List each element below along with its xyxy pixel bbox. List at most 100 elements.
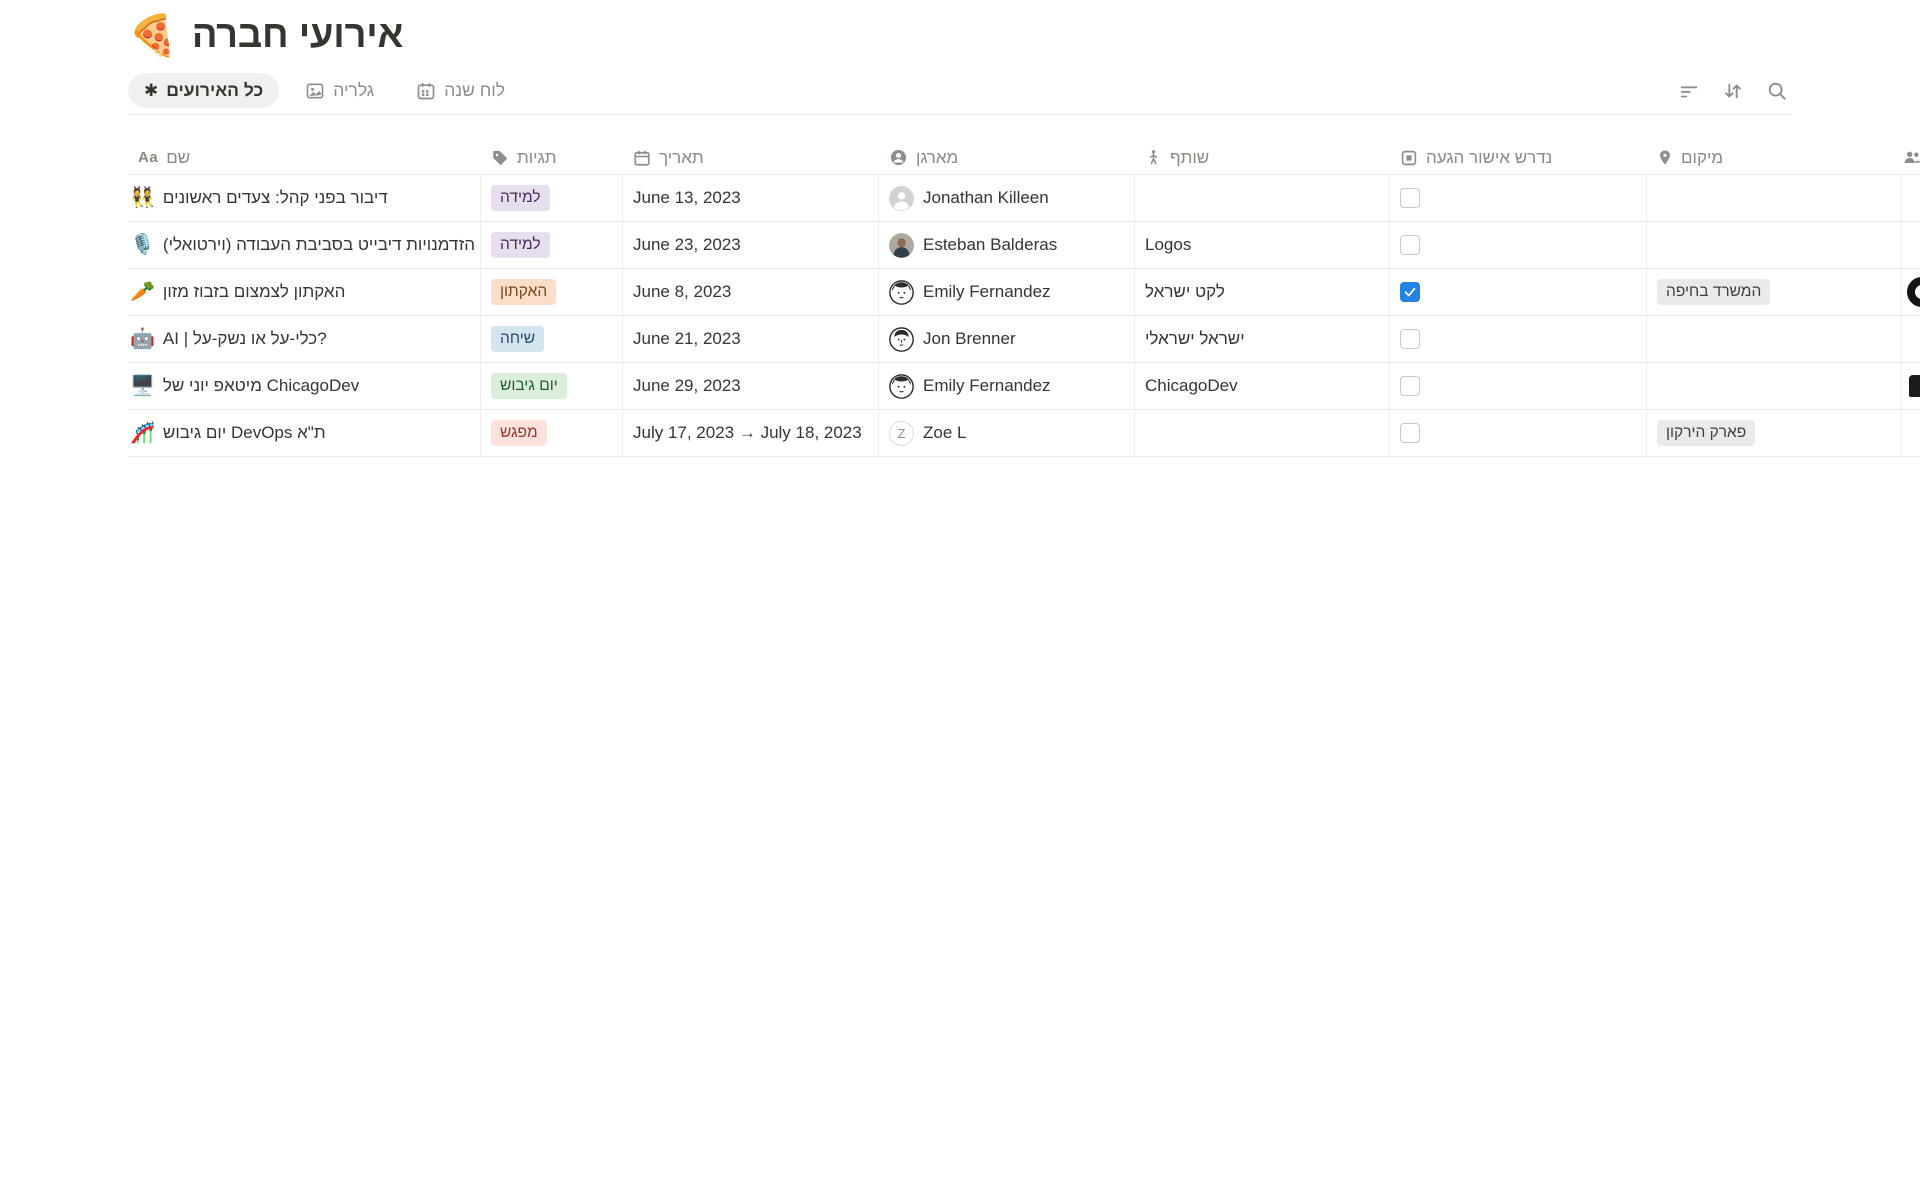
organizer-cell[interactable]: Emily Fernandez bbox=[879, 269, 1135, 315]
column-header-extra[interactable] bbox=[1902, 148, 1920, 167]
location-cell[interactable] bbox=[1647, 363, 1902, 409]
event-name: הזדמנויות דיבייט בסביבת העבודה (וירטואלי… bbox=[163, 235, 475, 255]
gallery-view-icon bbox=[305, 81, 325, 101]
event-name-cell[interactable]: 🤖AI | כלי-על או נשק-על? bbox=[128, 316, 481, 362]
date-cell[interactable]: June 13, 2023 bbox=[623, 175, 879, 221]
event-name: מיטאפ יוני של ChicagoDev bbox=[163, 376, 359, 396]
tags-cell[interactable]: מפגש bbox=[481, 410, 623, 456]
event-name-cell[interactable]: 🎙️הזדמנויות דיבייט בסביבת העבודה (וירטוא… bbox=[128, 222, 481, 268]
person-walk-icon bbox=[1145, 148, 1162, 167]
column-header-org[interactable]: מארגן bbox=[879, 148, 1135, 168]
search-button[interactable] bbox=[1762, 76, 1792, 106]
avatar-sketch-woman bbox=[889, 374, 914, 399]
calendar-view-icon bbox=[416, 81, 436, 101]
page-icon-pizza[interactable]: 🍕 bbox=[128, 16, 178, 56]
location-cell[interactable] bbox=[1647, 316, 1902, 362]
date-cell[interactable]: June 29, 2023 bbox=[623, 363, 879, 409]
page-title[interactable]: אירועי חברה bbox=[192, 14, 403, 57]
rsvp-cell bbox=[1390, 316, 1647, 362]
tags-cell[interactable]: למידה bbox=[481, 222, 623, 268]
asterisk-view-icon: ✱ bbox=[144, 81, 158, 101]
rsvp-checkbox[interactable] bbox=[1400, 235, 1420, 255]
tab-calendar[interactable]: לוח שנה bbox=[400, 73, 521, 108]
tags-cell[interactable]: האקתון bbox=[481, 269, 623, 315]
tag-pill: יום גיבוש bbox=[491, 373, 567, 400]
person-walk-icon bbox=[1145, 148, 1162, 167]
partner-cell[interactable]: לקט ישראל bbox=[1135, 269, 1390, 315]
column-header-date[interactable]: תאריך bbox=[623, 148, 879, 168]
calendar-icon bbox=[633, 149, 651, 167]
column-header-partner[interactable]: שותף bbox=[1135, 148, 1390, 168]
rsvp-checkbox[interactable] bbox=[1400, 282, 1420, 302]
organizer-cell[interactable]: Esteban Balderas bbox=[879, 222, 1135, 268]
avatar bbox=[889, 327, 914, 352]
sort-button[interactable] bbox=[1718, 76, 1748, 106]
avatar bbox=[889, 233, 914, 258]
event-name-cell[interactable]: 🎢יום גיבוש DevOps ת"א bbox=[128, 410, 481, 456]
column-header-tags[interactable]: תגיות bbox=[481, 148, 623, 168]
date-cell[interactable]: June 21, 2023 bbox=[623, 316, 879, 362]
event-date: June 23, 2023 bbox=[633, 235, 741, 255]
tab-gallery[interactable]: גלריה bbox=[289, 73, 390, 108]
participants-cell-clipped bbox=[1902, 410, 1920, 456]
rsvp-checkbox[interactable] bbox=[1400, 188, 1420, 208]
rsvp-cell bbox=[1390, 269, 1647, 315]
participants-cell-clipped bbox=[1902, 175, 1920, 221]
location-cell[interactable] bbox=[1647, 222, 1902, 268]
rsvp-cell bbox=[1390, 222, 1647, 268]
partner-name: לקט ישראל bbox=[1145, 282, 1225, 302]
organizer-cell[interactable]: Jonathan Killeen bbox=[879, 175, 1135, 221]
column-header-rsvp[interactable]: נדרש אישור הגעה bbox=[1390, 148, 1647, 168]
event-name-cell[interactable]: 🖥️מיטאפ יוני של ChicagoDev bbox=[128, 363, 481, 409]
partner-cell[interactable]: ישראל ישראלי bbox=[1135, 316, 1390, 362]
tags-cell[interactable]: שיחה bbox=[481, 316, 623, 362]
date-cell[interactable]: July 17, 2023 → July 18, 2023 bbox=[623, 410, 879, 456]
organizer-name: Jon Brenner bbox=[923, 329, 1016, 349]
event-date: June 8, 2023 bbox=[633, 282, 731, 302]
pin-icon bbox=[1657, 148, 1673, 167]
sort-icon bbox=[1722, 80, 1744, 102]
rsvp-checkbox[interactable] bbox=[1400, 423, 1420, 443]
location-cell[interactable]: המשרד בחיפה bbox=[1647, 269, 1902, 315]
column-header-name[interactable]: Aaשם bbox=[128, 148, 481, 168]
tags-cell[interactable]: יום גיבוש bbox=[481, 363, 623, 409]
organizer-cell[interactable]: ZZoe L bbox=[879, 410, 1135, 456]
table-row: 🎢יום גיבוש DevOps ת"א מפגש July 17, 2023 →… bbox=[128, 410, 1920, 457]
avatar bbox=[889, 374, 914, 399]
partner-cell[interactable]: ChicagoDev bbox=[1135, 363, 1390, 409]
filter-button[interactable] bbox=[1674, 76, 1704, 106]
organizer-cell[interactable]: Jon Brenner bbox=[879, 316, 1135, 362]
tab-all-events[interactable]: ✱ כל האירועים bbox=[128, 73, 279, 108]
location-cell[interactable] bbox=[1647, 175, 1902, 221]
tag-pill: מפגש bbox=[491, 420, 547, 447]
checkbox-icon bbox=[1400, 149, 1418, 167]
text-property-icon: Aa bbox=[138, 149, 158, 166]
table-body: 👯דיבור בפני קהל: צעדים ראשוניםלמידהJune … bbox=[128, 175, 1920, 457]
partner-cell[interactable] bbox=[1135, 410, 1390, 456]
tag-property-icon bbox=[491, 149, 509, 167]
rsvp-cell bbox=[1390, 363, 1647, 409]
tab-label: כל האירועים bbox=[166, 80, 263, 101]
clipped-page-icon bbox=[1907, 277, 1920, 307]
partner-cell[interactable] bbox=[1135, 175, 1390, 221]
organizer-cell[interactable]: Emily Fernandez bbox=[879, 363, 1135, 409]
rsvp-checkbox[interactable] bbox=[1400, 376, 1420, 396]
rsvp-checkbox[interactable] bbox=[1400, 329, 1420, 349]
event-name-cell[interactable]: 🥕האקתון לצמצום בזבוז מזון bbox=[128, 269, 481, 315]
date-cell[interactable]: June 23, 2023 bbox=[623, 222, 879, 268]
column-header-loc[interactable]: מיקום bbox=[1647, 148, 1902, 168]
location-cell[interactable]: פארק הירקון bbox=[1647, 410, 1902, 456]
table-row: 🥕האקתון לצמצום בזבוז מזוןהאקתון June 8, 2… bbox=[128, 269, 1920, 316]
toolbar-actions bbox=[1674, 76, 1792, 106]
date-cell[interactable]: June 8, 2023 bbox=[623, 269, 879, 315]
date-property-icon bbox=[633, 149, 651, 167]
event-emoji: 🥕 bbox=[130, 282, 155, 302]
tags-cell[interactable]: למידה bbox=[481, 175, 623, 221]
page-header: 🍕 אירועי חברה ✱ כל האירועים גלריה לוח שנה bbox=[0, 0, 1920, 115]
tab-label: גלריה bbox=[333, 80, 374, 101]
partner-cell[interactable]: Logos bbox=[1135, 222, 1390, 268]
event-name-cell[interactable]: 👯דיבור בפני קהל: צעדים ראשונים bbox=[128, 175, 481, 221]
rsvp-cell bbox=[1390, 410, 1647, 456]
location-pill: המשרד בחיפה bbox=[1657, 279, 1770, 306]
asterisk-view-icon: ✱ bbox=[144, 81, 158, 101]
